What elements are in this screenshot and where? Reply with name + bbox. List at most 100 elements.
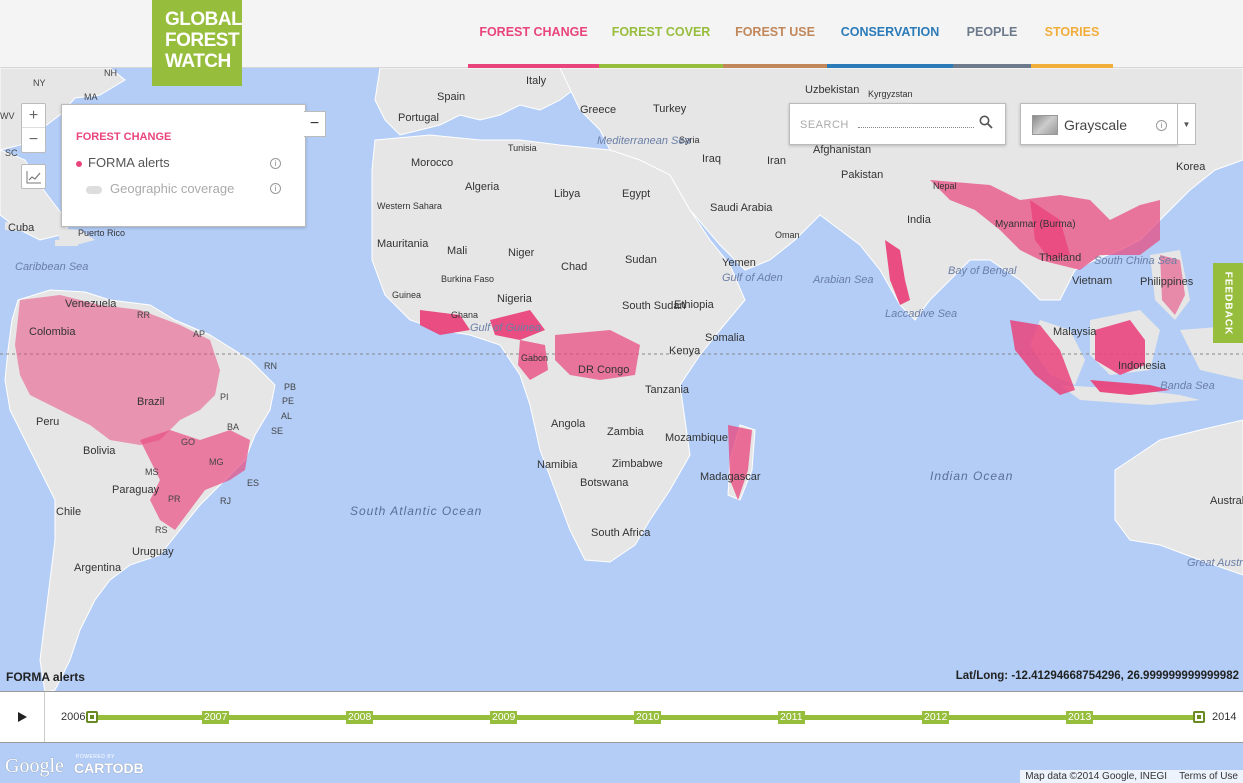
timeline-end-handle[interactable] xyxy=(1193,711,1205,723)
zoom-out-button[interactable]: − xyxy=(22,128,45,152)
main-nav: FOREST CHANGE FOREST COVER FOREST USE CO… xyxy=(468,0,1113,68)
country-label: Philippines xyxy=(1140,276,1194,288)
search-box[interactable]: SEARCH xyxy=(789,103,1006,145)
active-dot-icon xyxy=(76,160,82,167)
country-label: Ethiopia xyxy=(674,299,714,311)
chevron-down-icon[interactable]: ▼ xyxy=(1178,103,1196,145)
nav-forest-change[interactable]: FOREST CHANGE xyxy=(468,0,599,68)
state-label: RN xyxy=(264,361,277,371)
nav-people[interactable]: PEOPLE xyxy=(953,0,1031,68)
sea-label: Banda Sea xyxy=(1160,380,1215,392)
country-label: DR Congo xyxy=(578,364,630,376)
country-label: Algeria xyxy=(465,181,500,193)
country-label: Uruguay xyxy=(132,546,174,558)
state-label: NH xyxy=(104,68,117,78)
layer-forma-alerts[interactable]: FORMA alerts xyxy=(76,155,170,170)
feedback-tab[interactable]: FEEDBACK xyxy=(1213,263,1243,343)
country-label: Kyrgyzstan xyxy=(868,89,913,99)
country-label: Zambia xyxy=(607,426,644,438)
sea-label: South China Sea xyxy=(1094,255,1178,267)
country-label: Guinea xyxy=(392,290,422,300)
terms-link[interactable]: Terms of Use xyxy=(1179,770,1238,783)
country-label: Venezuela xyxy=(65,298,117,310)
analysis-button[interactable] xyxy=(21,164,46,189)
country-label: Nepal xyxy=(933,181,957,191)
country-label: Sudan xyxy=(625,254,657,266)
country-label: Libya xyxy=(554,188,581,200)
country-label: Burkina Faso xyxy=(441,274,495,284)
info-icon[interactable]: i xyxy=(270,183,281,194)
state-label: WV xyxy=(0,111,15,121)
basemap-thumbnail xyxy=(1032,115,1058,135)
sea-label: Gulf of Aden xyxy=(722,272,783,284)
nav-forest-cover-label: FOREST COVER xyxy=(611,25,711,39)
timeline-year: 2011 xyxy=(778,711,805,724)
state-label: RS xyxy=(155,525,168,535)
logo-line: FOREST xyxy=(165,30,240,51)
global-forest-watch-logo[interactable]: GLOBAL FOREST WATCH xyxy=(152,0,243,86)
state-label: MS xyxy=(145,467,159,477)
info-icon[interactable]: i xyxy=(270,158,281,169)
toggle-switch[interactable] xyxy=(86,185,102,194)
state-label: PI xyxy=(220,392,229,402)
search-input[interactable]: SEARCH xyxy=(800,119,849,131)
feedback-label: FEEDBACK xyxy=(1222,271,1234,335)
nav-conservation-label: CONSERVATION xyxy=(840,25,940,39)
country-label: Thailand xyxy=(1039,252,1082,264)
layer-geographic-coverage[interactable]: Geographic coverage xyxy=(86,181,234,196)
google-logo[interactable]: Google xyxy=(5,755,64,778)
country-label: Madagascar xyxy=(700,471,761,483)
country-label: Myanmar (Burma) xyxy=(995,219,1076,230)
country-label: Egypt xyxy=(622,188,651,200)
timeline-start-handle[interactable] xyxy=(86,711,98,723)
country-label: Angola xyxy=(551,418,586,430)
sea-label: Mediterranean Sea xyxy=(597,135,691,147)
nav-stories-label: STORIES xyxy=(1044,25,1100,39)
state-label: RJ xyxy=(220,496,231,506)
state-label: AP xyxy=(193,329,206,339)
ocean-label: Indian Ocean xyxy=(930,469,1014,483)
search-icon[interactable] xyxy=(979,115,993,129)
layer-label: FORMA alerts xyxy=(88,155,170,170)
nav-conservation[interactable]: CONSERVATION xyxy=(827,0,953,68)
cartodb-logo[interactable]: CARTODB xyxy=(74,760,144,776)
sea-label: Caribbean Sea xyxy=(15,261,89,273)
basemap-selector[interactable]: Grayscale i xyxy=(1020,103,1178,145)
country-label: Vietnam xyxy=(1072,275,1113,287)
nav-underline xyxy=(827,64,953,68)
play-button[interactable] xyxy=(0,692,45,742)
country-label: Nigeria xyxy=(497,293,532,305)
line-chart-icon xyxy=(26,170,41,183)
zoom-in-button[interactable]: + xyxy=(22,104,45,128)
country-label: Iraq xyxy=(702,153,721,165)
country-label: Turkey xyxy=(653,103,687,115)
country-label: Portugal xyxy=(398,112,439,124)
country-label: Namibia xyxy=(537,459,578,471)
map-attribution: Map data ©2014 Google, INEGI Terms of Us… xyxy=(1020,770,1243,783)
country-label: Niger xyxy=(508,247,535,259)
nav-underline xyxy=(599,64,723,68)
country-label: Gabon xyxy=(521,353,549,363)
info-icon[interactable]: i xyxy=(1156,120,1167,131)
timeline-end-label: 2014 xyxy=(1212,711,1237,723)
minimize-panel-button[interactable]: − xyxy=(304,111,326,137)
country-label: Indonesia xyxy=(1118,360,1166,372)
nav-forest-use[interactable]: FOREST USE xyxy=(723,0,827,68)
country-label: Saudi Arabia xyxy=(710,202,773,214)
country-label: Brazil xyxy=(137,396,165,408)
nav-underline xyxy=(468,64,599,68)
play-icon xyxy=(18,712,27,722)
nav-forest-change-label: FOREST CHANGE xyxy=(479,25,588,39)
country-label: Ghana xyxy=(451,310,479,320)
nav-forest-cover[interactable]: FOREST COVER xyxy=(599,0,723,68)
nav-underline xyxy=(723,64,827,68)
nav-stories[interactable]: STORIES xyxy=(1031,0,1113,68)
ocean-label: South Atlantic Ocean xyxy=(350,504,483,518)
country-label: Korea xyxy=(1176,161,1206,173)
country-label: Peru xyxy=(36,416,60,428)
panel-title: FOREST CHANGE xyxy=(76,131,172,143)
country-label: Oman xyxy=(775,230,800,240)
timeline-year: 2013 xyxy=(1066,711,1094,724)
map-footer: Google POWERED BY CARTODB Map data ©2014… xyxy=(0,743,1243,783)
country-label: Western Sahara xyxy=(377,201,442,211)
